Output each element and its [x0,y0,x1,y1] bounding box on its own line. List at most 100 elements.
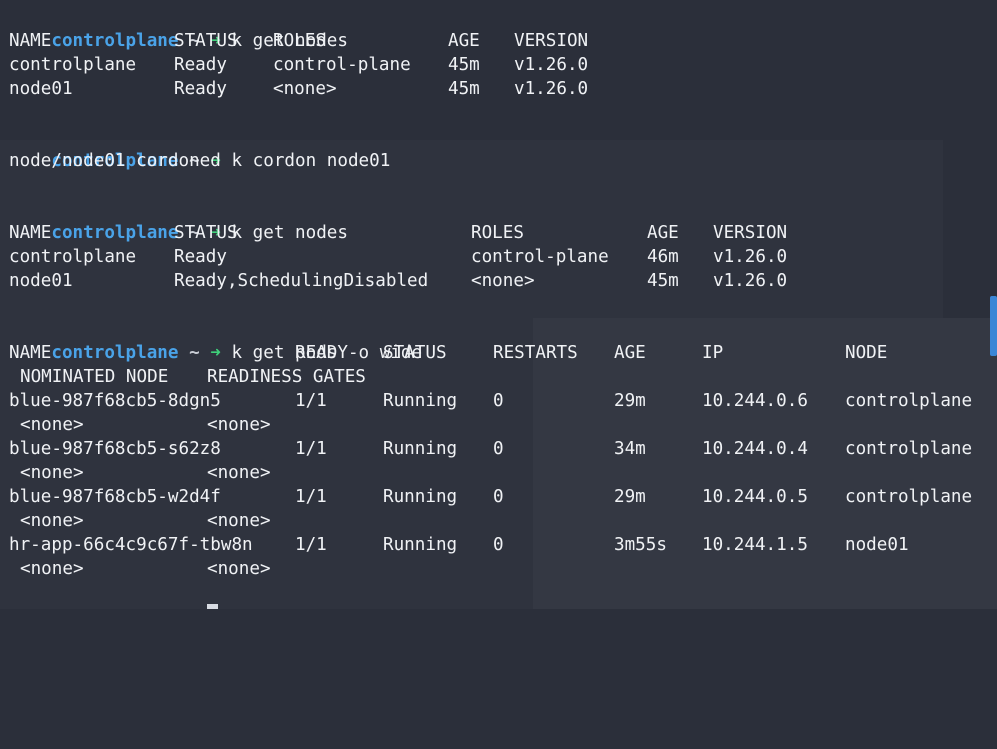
cell-name: blue-987f68cb5-s62z8 [9,439,221,459]
table-row: blue-987f68cb5-8dgn5 1/1 Running 0 29m 1… [9,389,972,413]
cell-age: 46m [647,247,679,267]
cell-status: Running [383,535,458,555]
cell-version: v1.26.0 [514,79,589,99]
cell-name: controlplane [9,247,137,267]
header-roles: ROLES [273,31,326,51]
cell-nominated-node: <none> [20,511,84,531]
cell-node: controlplane [845,487,973,507]
cell-readiness-gates: <none> [207,559,271,579]
cell-ready: 1/1 [295,391,327,411]
prompt-line: controlplane ~ ➜ k get nodes [9,5,348,51]
header-node: NODE [845,343,888,363]
cell-ip: 10.244.1.5 [702,535,808,555]
cell-name: hr-app-66c4c9c67f-tbw8n [9,535,253,555]
cell-version: v1.26.0 [713,247,788,267]
cell-ready: 1/1 [295,535,327,555]
vertical-scrollbar[interactable] [990,296,997,356]
cell-node: controlplane [845,391,973,411]
cell-name: node01 [9,79,73,99]
prompt-host: controlplane [51,223,179,243]
cell-ready: 1/1 [295,439,327,459]
cell-name: controlplane [9,55,137,75]
header-nominated-node: NOMINATED NODE [20,367,169,387]
cell-status: Ready [174,55,227,75]
prompt-line: controlplane ~ ➜ k get pods -o wide [9,317,422,363]
cell-age: 34m [614,439,646,459]
header-age: AGE [448,31,480,51]
cell-status: Ready [174,247,227,267]
cell-version: v1.26.0 [514,55,589,75]
cell-status: Running [383,391,458,411]
command-text: k cordon node01 [231,151,391,171]
header-name: NAME [9,343,52,363]
cell-nominated-node: <none> [20,463,84,483]
header-ip: IP [702,343,724,363]
header-status: STATUS [174,223,238,243]
table-row-wrapped: <none> <none> [9,557,271,581]
prompt-host: controlplane [51,31,179,51]
command-text: k get nodes [231,223,348,243]
cell-roles: control-plane [273,55,411,75]
cell-name: node01 [9,271,73,291]
cell-node: controlplane [845,439,973,459]
text-cursor [207,604,218,609]
prompt-arrow-icon: ➜ [210,343,221,363]
header-name: NAME [9,31,52,51]
cell-ip: 10.244.0.5 [702,487,808,507]
table-header: NAME READY STATUS RESTARTS AGE IP NODE [9,341,887,365]
table-row: blue-987f68cb5-w2d4f 1/1 Running 0 29m 1… [9,485,972,509]
cell-restarts: 0 [493,487,504,507]
cell-status: Ready,SchedulingDisabled [174,271,429,291]
prompt-line: controlplane ~ ➜ k get nodes [9,197,348,243]
cell-nominated-node: <none> [20,415,84,435]
cell-name: blue-987f68cb5-8dgn5 [9,391,221,411]
cell-age: 29m [614,391,646,411]
cell-status: Running [383,487,458,507]
cell-age: 3m55s [614,535,667,555]
header-age: AGE [614,343,646,363]
header-version: VERSION [514,31,589,51]
header-restarts: RESTARTS [493,343,578,363]
cell-restarts: 0 [493,391,504,411]
table-row: node01 Ready <none> 45m v1.26.0 [9,77,588,101]
table-header: NAME STATUS ROLES AGE VERSION [9,29,588,53]
table-row-wrapped: <none> <none> [9,509,271,533]
cell-ip: 10.244.0.6 [702,391,808,411]
table-row-wrapped: <none> <none> [9,461,271,485]
header-readiness-gates: READINESS GATES [207,367,366,387]
header-name: NAME [9,223,52,243]
cell-status: Ready [174,79,227,99]
header-roles: ROLES [471,223,524,243]
table-header: NAME STATUS ROLES AGE VERSION [9,221,787,245]
cell-status: Running [383,439,458,459]
cell-ready: 1/1 [295,487,327,507]
table-row: hr-app-66c4c9c67f-tbw8n 1/1 Running 0 3m… [9,533,909,557]
cell-restarts: 0 [493,535,504,555]
cell-nominated-node: <none> [20,559,84,579]
table-row: node01 Ready,SchedulingDisabled <none> 4… [9,269,787,293]
table-row: controlplane Ready control-plane 46m v1.… [9,245,787,269]
cell-roles: control-plane [471,247,609,267]
header-status: STATUS [383,343,447,363]
cell-age: 45m [647,271,679,291]
cell-age: 29m [614,487,646,507]
header-version: VERSION [713,223,788,243]
cell-roles: <none> [471,271,535,291]
cell-version: v1.26.0 [713,271,788,291]
header-ready: READY [295,343,348,363]
prompt-tilde: ~ [189,343,200,363]
command-output: node/node01 cordoned [9,151,221,171]
table-row: controlplane Ready control-plane 45m v1.… [9,53,588,77]
cell-readiness-gates: <none> [207,463,271,483]
cell-readiness-gates: <none> [207,511,271,531]
cell-age: 45m [448,55,480,75]
table-row: blue-987f68cb5-s62z8 1/1 Running 0 34m 1… [9,437,972,461]
cell-ip: 10.244.0.4 [702,439,808,459]
cell-roles: <none> [273,79,337,99]
cell-node: node01 [845,535,909,555]
header-status: STATUS [174,31,238,51]
terminal-output[interactable]: controlplane ~ ➜ k get nodes NAME STATUS… [0,0,997,609]
header-age: AGE [647,223,679,243]
cell-readiness-gates: <none> [207,415,271,435]
prompt-host: controlplane [51,343,179,363]
